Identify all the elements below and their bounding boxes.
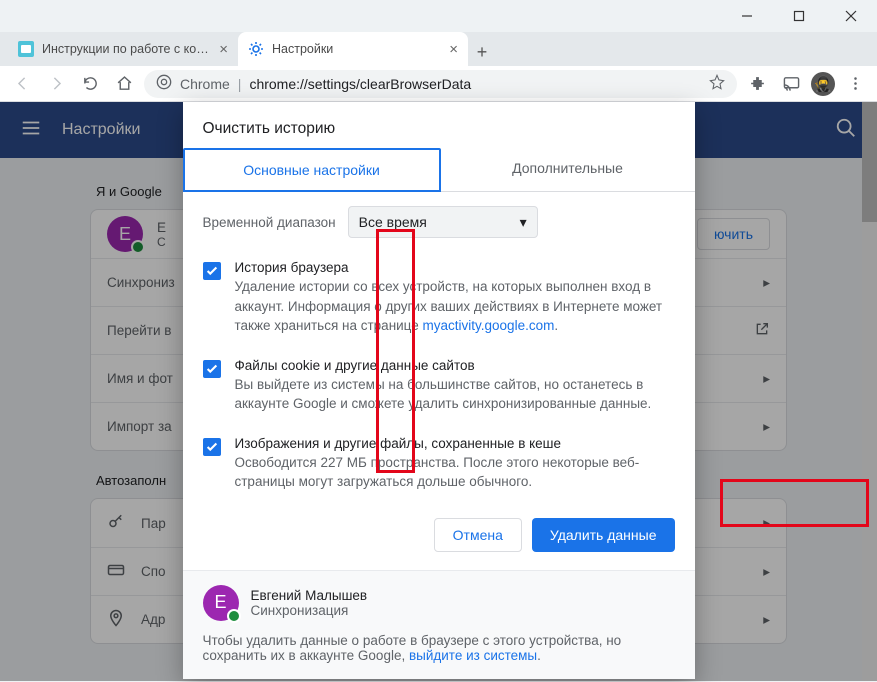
url-scheme: Chrome (180, 76, 230, 92)
chevron-down-icon: ▾ (520, 214, 527, 231)
address-bar[interactable]: Chrome | chrome://settings/clearBrowserD… (144, 70, 737, 98)
new-tab-button[interactable]: + (468, 38, 496, 66)
option-cookies: Файлы cookie и другие данные сайтов Вы в… (203, 350, 675, 428)
option-description: Вы выйдете из системы на большинстве сай… (235, 375, 675, 414)
tab-basic[interactable]: Основные настройки (183, 148, 441, 192)
browser-tab-inactive[interactable]: Инструкции по работе с компь × (8, 32, 238, 66)
profile-avatar[interactable]: 🥷 (811, 72, 835, 96)
tab-title: Инструкции по работе с компь (42, 42, 211, 56)
clear-data-dialog: Очистить историю Основные настройки Допо… (183, 102, 695, 679)
option-title: История браузера (235, 260, 675, 275)
tab-favicon-gear-icon (248, 41, 264, 57)
tab-strip: Инструкции по работе с компь × Настройки… (0, 32, 877, 66)
tab-close-icon[interactable]: × (449, 41, 458, 58)
cancel-button[interactable]: Отмена (434, 518, 522, 552)
window-titlebar (0, 0, 877, 32)
url-text: chrome://settings/clearBrowserData (249, 76, 471, 92)
reload-button[interactable] (76, 70, 104, 98)
user-name: Евгений Малышев (251, 588, 368, 603)
option-title: Файлы cookie и другие данные сайтов (235, 358, 675, 373)
bookmark-star-icon[interactable] (709, 74, 725, 93)
range-label: Временной диапазон (203, 215, 336, 230)
option-history: История браузера Удаление истории со все… (203, 252, 675, 350)
user-sync-status: Синхронизация (251, 603, 368, 618)
dialog-title: Очистить историю (183, 102, 695, 148)
footer-user: Е Евгений Малышев Синхронизация (203, 585, 675, 621)
tab-close-icon[interactable]: × (219, 41, 228, 58)
browser-toolbar: Chrome | chrome://settings/clearBrowserD… (0, 66, 877, 102)
window-close-button[interactable] (833, 2, 869, 30)
window-maximize-button[interactable] (781, 2, 817, 30)
settings-page: Настройки Я и Google Е ЕС ючить Синхрони… (0, 102, 877, 681)
dialog-footer: Е Евгений Малышев Синхронизация Чтобы уд… (183, 570, 695, 679)
checkbox-cookies[interactable] (203, 360, 221, 378)
option-description: Удаление истории со всех устройств, на к… (235, 277, 675, 336)
sync-badge-icon (227, 609, 241, 623)
extensions-button[interactable] (743, 70, 771, 98)
home-button[interactable] (110, 70, 138, 98)
checkbox-history[interactable] (203, 262, 221, 280)
tab-title: Настройки (272, 42, 441, 56)
chrome-scheme-icon (156, 74, 172, 93)
footer-avatar: Е (203, 585, 239, 621)
cast-button[interactable] (777, 70, 805, 98)
sign-out-link[interactable]: выйдите из системы (409, 648, 537, 663)
menu-button[interactable] (841, 70, 869, 98)
option-description: Освободится 227 МБ пространства. После э… (235, 453, 675, 492)
time-range-select[interactable]: Все время ▾ (348, 206, 538, 238)
browser-tab-active[interactable]: Настройки × (238, 32, 468, 66)
option-cache: Изображения и другие файлы, сохраненные … (203, 428, 675, 506)
clear-data-button[interactable]: Удалить данные (532, 518, 675, 552)
footer-text: Чтобы удалить данные о работе в браузере… (203, 633, 675, 663)
window-minimize-button[interactable] (729, 2, 765, 30)
checkbox-cache[interactable] (203, 438, 221, 456)
dialog-tabs: Основные настройки Дополнительные (183, 148, 695, 192)
dialog-body: Временной диапазон Все время ▾ История б… (183, 192, 695, 512)
tab-advanced[interactable]: Дополнительные (441, 148, 695, 191)
dialog-actions: Отмена Удалить данные (183, 512, 695, 570)
option-title: Изображения и другие файлы, сохраненные … (235, 436, 675, 451)
forward-button[interactable] (42, 70, 70, 98)
tab-favicon-icon (18, 41, 34, 57)
back-button[interactable] (8, 70, 36, 98)
myactivity-link[interactable]: myactivity.google.com (423, 318, 555, 333)
